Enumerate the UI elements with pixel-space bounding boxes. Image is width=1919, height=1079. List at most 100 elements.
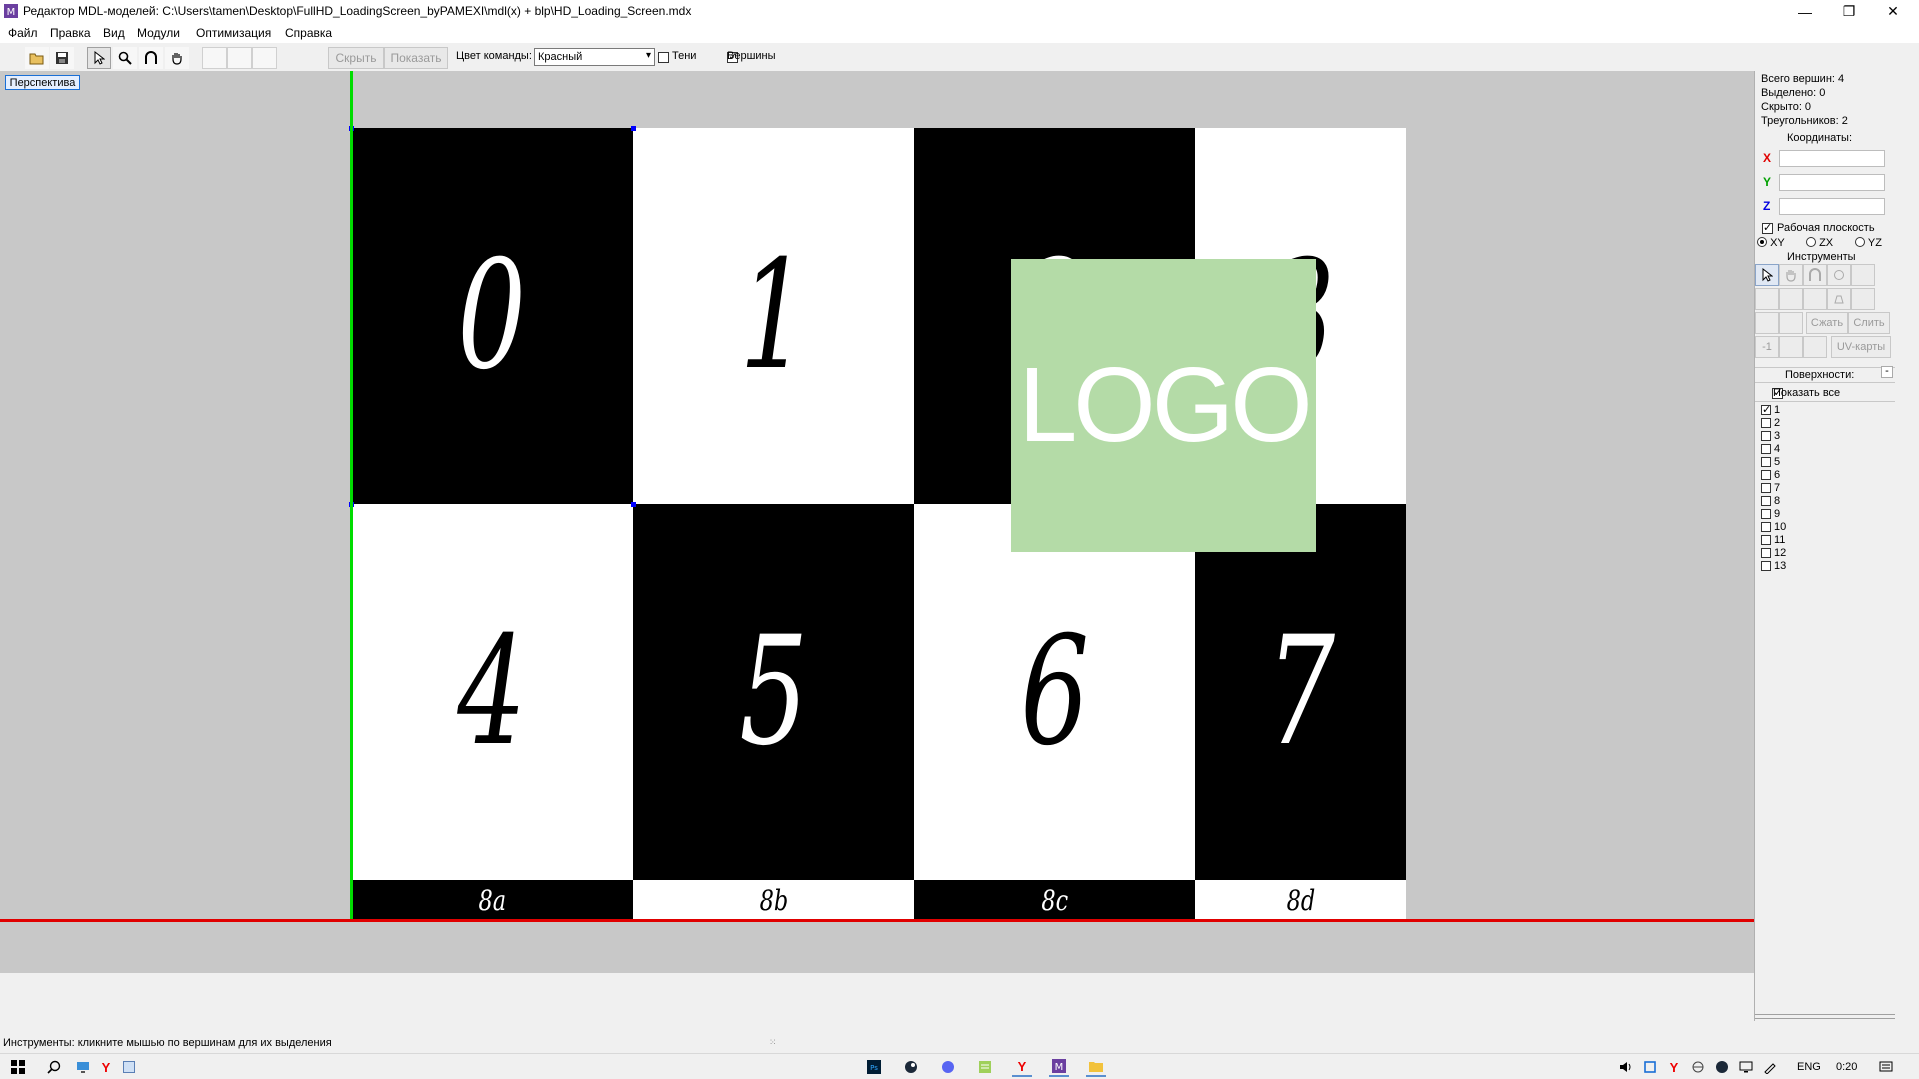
tool-blank-7[interactable] <box>1779 312 1803 334</box>
merge-button[interactable]: Слить <box>1848 312 1890 334</box>
mdl-editor-icon[interactable]: M <box>1049 1057 1069 1077</box>
select-tool-button[interactable] <box>87 47 111 69</box>
discord-icon[interactable] <box>938 1057 958 1077</box>
display-tray-icon[interactable] <box>1736 1057 1756 1077</box>
surface-item-4[interactable]: 4 <box>1761 443 1780 455</box>
tool-blank-6[interactable] <box>1755 312 1779 334</box>
steam-icon[interactable] <box>901 1057 921 1077</box>
viewport-3d[interactable]: Перспектива 0 1 2 3 4 5 6 7 8a 8b 8c 8d … <box>0 71 1754 973</box>
vertex-handle[interactable] <box>631 502 636 507</box>
x-coordinate-field[interactable] <box>1779 150 1885 167</box>
menu-optimization[interactable]: Оптимизация <box>196 26 271 40</box>
surface-item-5[interactable]: 5 <box>1761 456 1780 468</box>
surface-item-1[interactable]: 1 <box>1761 403 1780 416</box>
pan-tool-button[interactable] <box>165 47 189 69</box>
photoshop-icon[interactable]: Ps <box>864 1057 884 1077</box>
close-button[interactable]: ✕ <box>1870 0 1916 23</box>
workplane-checkbox[interactable] <box>1762 221 1773 234</box>
toolbar-blank-button-2[interactable] <box>227 47 252 69</box>
minimize-button[interactable]: — <box>1782 0 1828 23</box>
tool-blank-3[interactable] <box>1779 288 1803 310</box>
surface-checkbox[interactable] <box>1761 509 1771 519</box>
toolbar-blank-button-1[interactable] <box>202 47 227 69</box>
file-explorer-icon[interactable] <box>1086 1057 1106 1077</box>
vertex-handle[interactable] <box>631 126 636 131</box>
surface-item-12[interactable]: 12 <box>1761 547 1786 559</box>
notepad-icon[interactable] <box>975 1057 995 1077</box>
app-launcher-icon[interactable] <box>119 1057 139 1077</box>
plane-xy-radio[interactable]: XY <box>1757 237 1785 249</box>
language-indicator[interactable]: ENG <box>1797 1061 1821 1073</box>
volume-icon[interactable] <box>1616 1057 1636 1077</box>
surface-checkbox[interactable] <box>1761 403 1771 416</box>
surface-checkbox[interactable] <box>1761 470 1771 480</box>
move-tool[interactable] <box>1779 264 1803 286</box>
plane-yz-radio[interactable]: YZ <box>1855 237 1882 249</box>
uv-maps-button[interactable]: UV-карты <box>1831 336 1891 358</box>
toolbar-blank-button-3[interactable] <box>252 47 277 69</box>
yandex-icon[interactable]: Y <box>96 1057 116 1077</box>
surface-checkbox[interactable] <box>1761 522 1771 532</box>
surface-checkbox[interactable] <box>1761 457 1771 467</box>
surface-checkbox[interactable] <box>1761 483 1771 493</box>
tool-blank-5[interactable] <box>1851 288 1875 310</box>
minus-one-button[interactable]: -1 <box>1755 336 1779 358</box>
menu-modules[interactable]: Модули <box>137 26 180 40</box>
menu-view[interactable]: Вид <box>103 26 125 40</box>
surface-item-10[interactable]: 10 <box>1761 521 1786 533</box>
yandex-tray-icon[interactable]: Y <box>1664 1057 1684 1077</box>
surface-item-8[interactable]: 8 <box>1761 495 1780 507</box>
plane-zx-radio[interactable]: ZX <box>1806 237 1833 249</box>
surface-checkbox[interactable] <box>1761 496 1771 506</box>
z-coordinate-field[interactable] <box>1779 198 1885 215</box>
perspective-view-tab[interactable]: Перспектива <box>5 75 80 90</box>
surface-checkbox[interactable] <box>1761 431 1771 441</box>
save-button[interactable] <box>50 47 74 69</box>
tool-blank-9[interactable] <box>1803 336 1827 358</box>
open-file-button[interactable] <box>25 47 49 69</box>
extrude-tool[interactable] <box>1827 288 1851 310</box>
surface-item-2[interactable]: 2 <box>1761 417 1780 429</box>
surface-item-7[interactable]: 7 <box>1761 482 1780 494</box>
pen-tray-icon[interactable] <box>1760 1057 1780 1077</box>
scale-tool[interactable] <box>1827 264 1851 286</box>
yandex-browser-icon[interactable]: Y <box>1012 1057 1032 1077</box>
steam-tray-icon[interactable] <box>1712 1057 1732 1077</box>
surface-checkbox[interactable] <box>1761 418 1771 428</box>
menu-file[interactable]: Файл <box>8 26 38 40</box>
show-button[interactable]: Показать <box>384 47 448 69</box>
search-icon[interactable] <box>44 1057 64 1077</box>
surface-checkbox[interactable] <box>1761 548 1771 558</box>
rotate-tool[interactable] <box>1803 264 1827 286</box>
hide-button[interactable]: Скрыть <box>328 47 384 69</box>
windows-start-icon[interactable] <box>8 1057 28 1077</box>
tool-blank-2[interactable] <box>1755 288 1779 310</box>
maximize-button[interactable]: ❐ <box>1826 0 1872 23</box>
tool-blank-4[interactable] <box>1803 288 1827 310</box>
shadows-checkbox[interactable] <box>658 52 669 63</box>
surface-checkbox[interactable] <box>1761 444 1771 454</box>
menu-help[interactable]: Справка <box>285 26 332 40</box>
select-vertex-tool[interactable] <box>1755 264 1779 286</box>
surface-item-11[interactable]: 11 <box>1761 534 1785 546</box>
surface-item-3[interactable]: 3 <box>1761 430 1780 442</box>
tool-blank-8[interactable] <box>1779 336 1803 358</box>
crop-tool-icon[interactable] <box>1640 1057 1660 1077</box>
clock[interactable]: 0:20 <box>1836 1061 1857 1073</box>
surface-checkbox[interactable] <box>1761 561 1771 571</box>
surface-item-9[interactable]: 9 <box>1761 508 1780 520</box>
compress-button[interactable]: Сжать <box>1806 312 1848 334</box>
menu-edit[interactable]: Правка <box>50 26 91 40</box>
surface-checkbox[interactable] <box>1761 535 1771 545</box>
network-tray-icon[interactable] <box>1688 1057 1708 1077</box>
tool-blank-1[interactable] <box>1851 264 1875 286</box>
notifications-icon[interactable] <box>1876 1057 1896 1077</box>
surface-item-13[interactable]: 13 <box>1761 560 1786 572</box>
computer-icon[interactable] <box>73 1057 93 1077</box>
y-coordinate-field[interactable] <box>1779 174 1885 191</box>
surfaces-collapse-button[interactable]: - <box>1881 366 1893 378</box>
rotate-tool-button[interactable] <box>139 47 163 69</box>
team-color-select[interactable]: Красный ▾ <box>534 48 655 66</box>
surface-item-6[interactable]: 6 <box>1761 469 1780 481</box>
zoom-tool-button[interactable] <box>113 47 137 69</box>
